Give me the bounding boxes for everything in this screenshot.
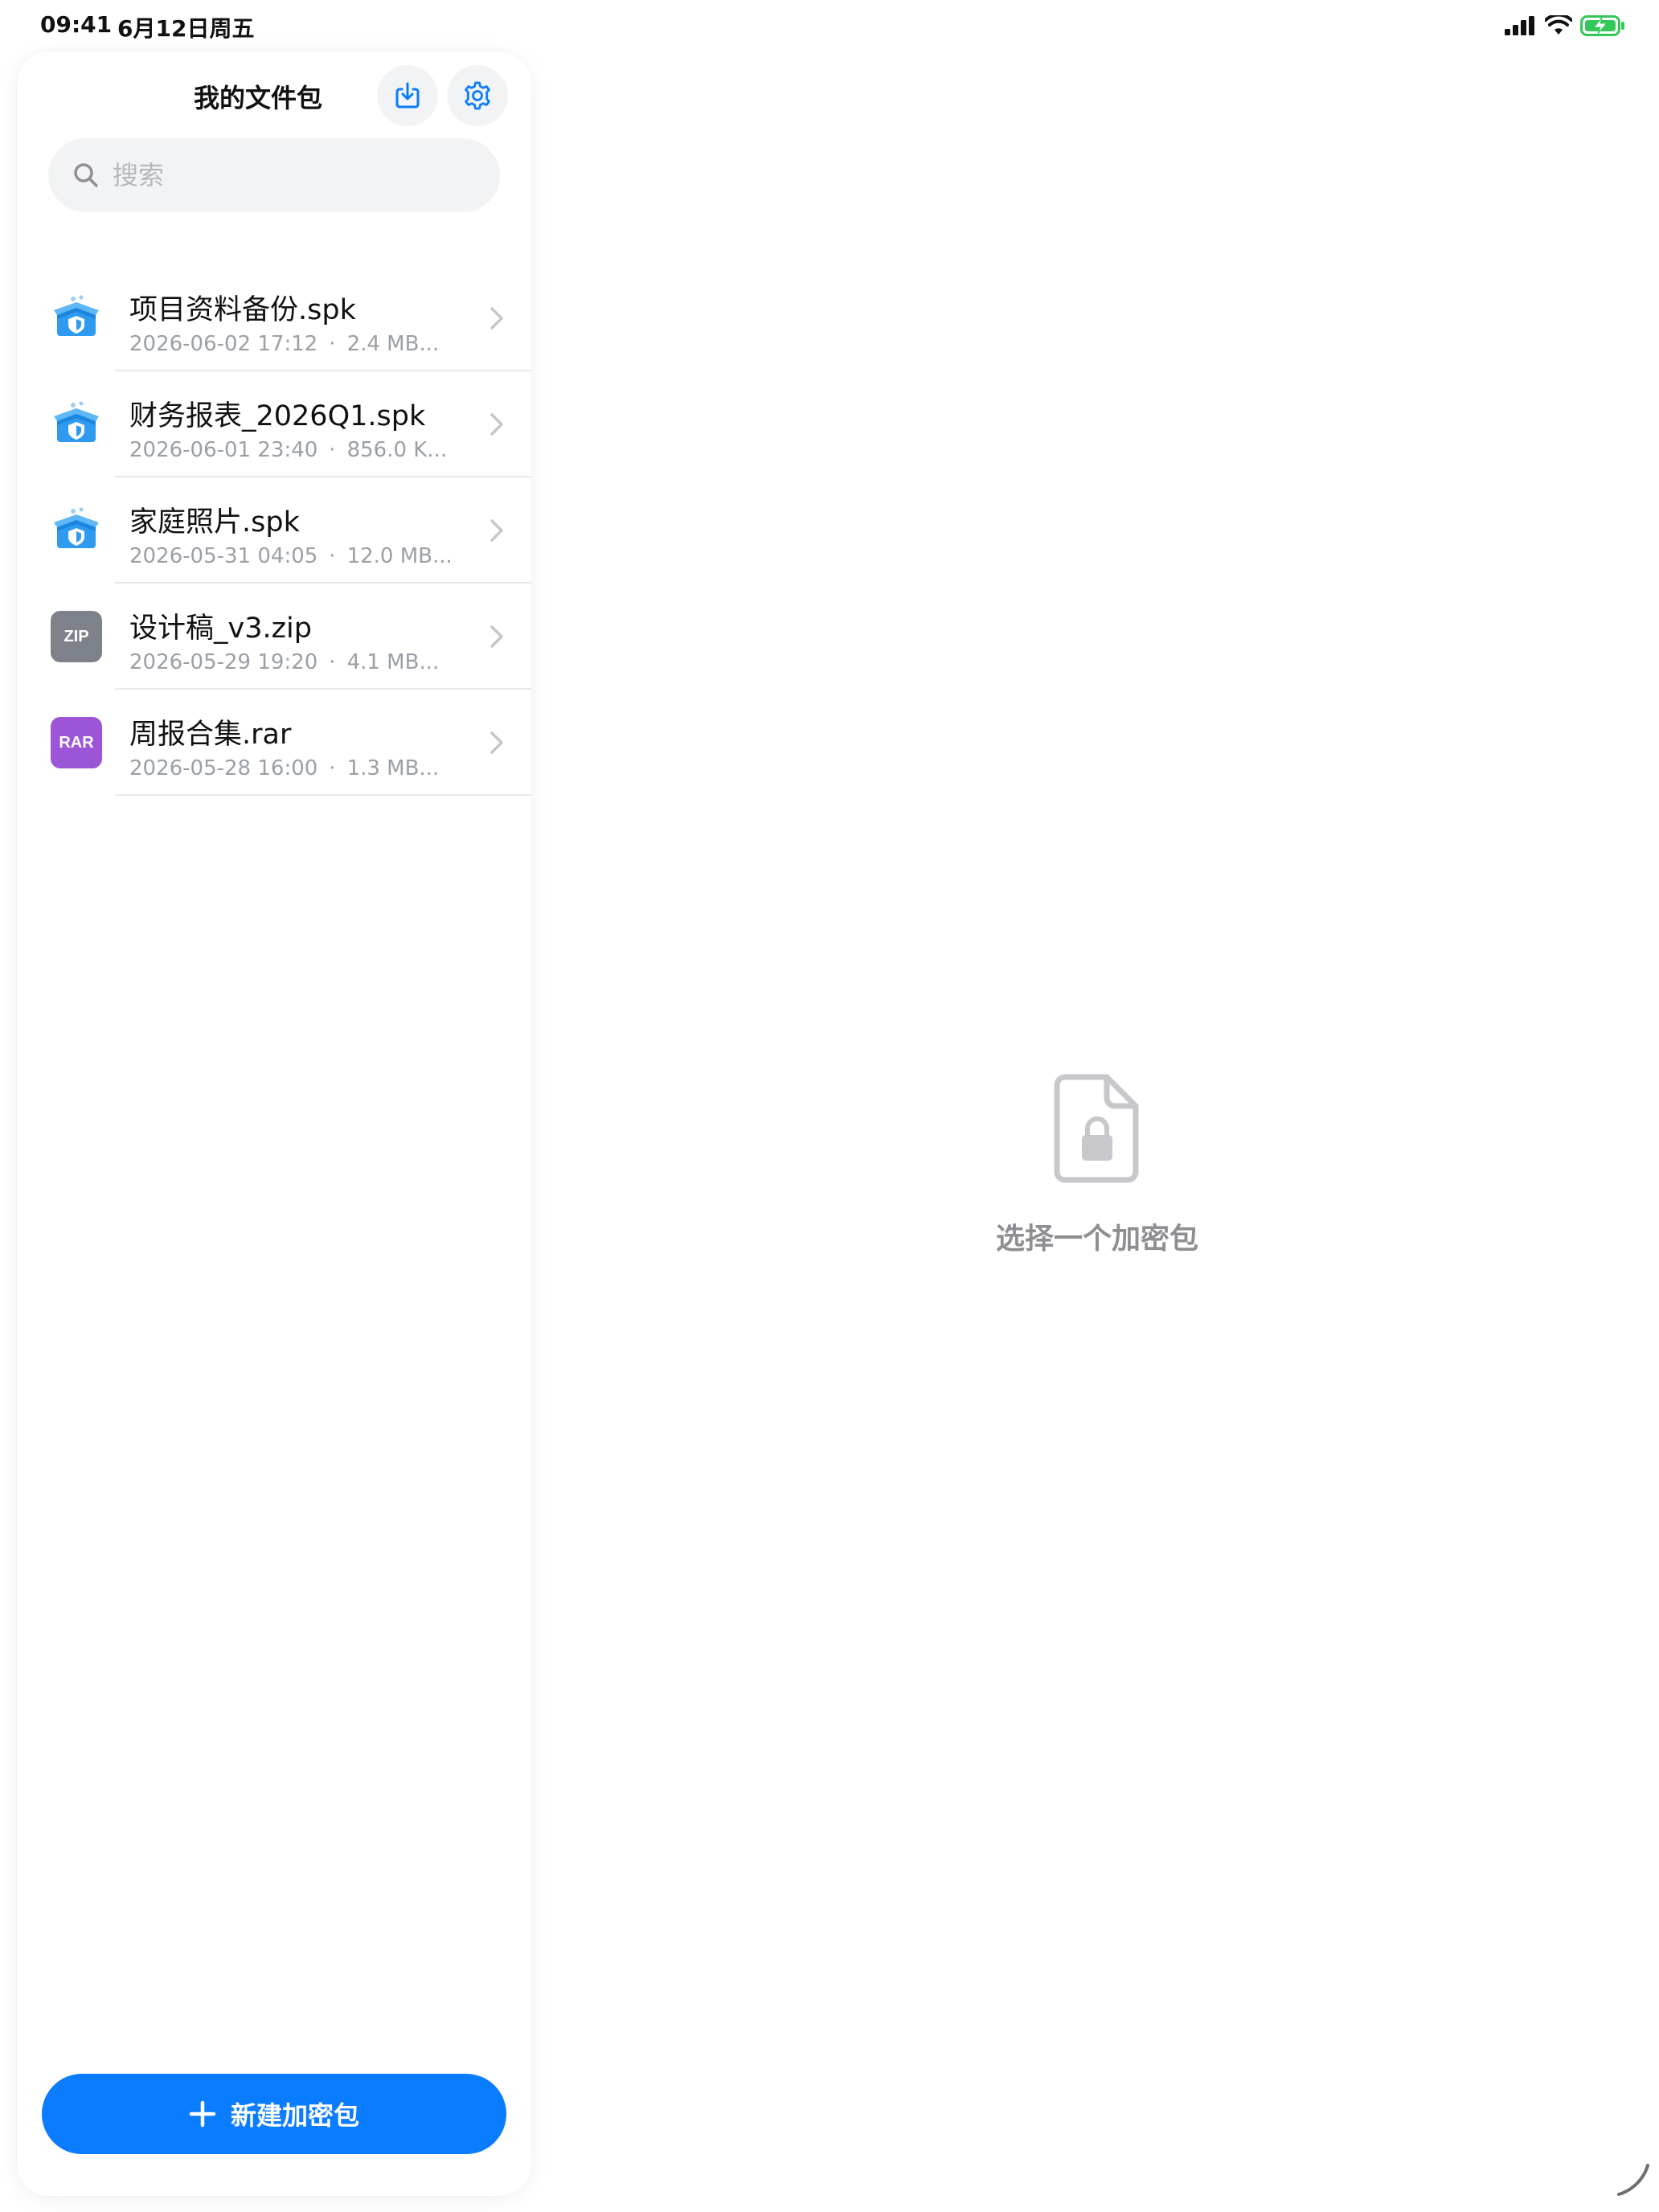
sidebar-panel: 我的文件包 搜索 项目资料备份.spk 2026-06-02 17:12 · 2…	[17, 51, 531, 2196]
new-package-button[interactable]: 新建加密包	[42, 2074, 506, 2154]
rar-badge: RAR	[51, 717, 102, 768]
rar-archive-icon: RAR	[51, 717, 102, 768]
chevron-right-icon	[485, 619, 509, 654]
file-date: 2026-06-01 23:40	[129, 438, 318, 462]
file-name: 项目资料备份.spk	[129, 294, 356, 326]
chevron-right-icon	[485, 513, 509, 548]
file-meta: 2026-06-01 23:40 · 856.0 K...	[129, 438, 448, 462]
file-meta: 2026-05-29 19:20 · 4.1 MB...	[129, 650, 440, 674]
search-bar[interactable]	[48, 138, 500, 212]
empty-state: 选择一个加密包	[989, 1074, 1206, 1257]
plus-icon	[189, 2100, 216, 2128]
locked-document-icon	[1054, 1074, 1139, 1183]
zip-badge: ZIP	[51, 611, 102, 662]
file-row[interactable]: ZIP 设计稿_v3.zip 2026-05-29 19:20 · 4.1 MB..…	[17, 584, 531, 690]
encrypted-package-icon	[51, 293, 102, 344]
status-date: 6月12日周五	[117, 15, 255, 42]
chevron-right-icon	[485, 301, 509, 336]
file-name: 周报合集.rar	[129, 719, 292, 751]
chevron-right-icon	[485, 407, 509, 442]
file-row[interactable]: RAR 周报合集.rar 2026-05-28 16:00 · 1.3 MB...	[17, 690, 531, 796]
file-list: 项目资料备份.spk 2026-06-02 17:12·2.4 MB...	[17, 265, 531, 796]
file-date: 2026-05-28 16:00	[129, 756, 318, 780]
empty-state-text: 选择一个加密包	[995, 1223, 1198, 1256]
file-row[interactable]: 家庭照片.spk 2026-05-31 04:05 · 12.0 MB...	[17, 477, 531, 584]
status-bar: 09:41 6月12日周五	[0, 0, 1659, 51]
encrypted-package-icon	[51, 505, 102, 556]
row-divider	[115, 794, 531, 796]
search-input[interactable]	[113, 160, 482, 190]
file-row[interactable]: 项目资料备份.spk 2026-06-02 17:12 · 2.4 MB...	[17, 265, 531, 371]
new-package-label: 新建加密包	[230, 2100, 359, 2131]
gear-icon	[465, 81, 490, 110]
file-name: 设计稿_v3.zip	[129, 612, 312, 645]
file-date: 2026-06-02 17:12	[129, 332, 318, 356]
file-date: 2026-05-31 04:05	[129, 544, 318, 568]
chevron-right-icon	[485, 725, 509, 760]
cellular-signal-icon	[1505, 16, 1534, 35]
file-meta: 2026-05-28 16:00 · 1.3 MB...	[129, 756, 440, 780]
import-icon	[395, 82, 420, 109]
file-size: 12.0 MB...	[346, 544, 453, 568]
file-size: 2.4 MB...	[346, 332, 440, 356]
settings-button[interactable]	[447, 65, 508, 126]
file-meta: 2026-05-31 04:05 · 12.0 MB...	[129, 544, 453, 568]
file-meta: 2026-06-02 17:12 · 2.4 MB...	[129, 332, 440, 356]
status-icons	[1505, 11, 1625, 40]
status-time: 09:41	[40, 11, 113, 38]
search-icon	[74, 163, 98, 187]
encrypted-package-icon	[51, 399, 102, 450]
file-row[interactable]: 财务报表_2026Q1.spk 2026-06-01 23:40 · 856.0 K…	[17, 371, 531, 477]
file-name: 家庭照片.spk	[129, 506, 300, 539]
file-size: 1.3 MB...	[346, 756, 440, 780]
wifi-icon	[1545, 15, 1572, 35]
zip-archive-icon: ZIP	[51, 611, 102, 662]
file-size: 4.1 MB...	[346, 650, 440, 674]
file-name: 财务报表_2026Q1.spk	[129, 400, 426, 432]
scroll-corner-indicator	[1617, 2164, 1649, 2196]
file-date: 2026-05-29 19:20	[129, 650, 318, 674]
file-size: 856.0 K...	[346, 438, 448, 462]
battery-charging-icon	[1580, 15, 1624, 36]
import-button[interactable]	[377, 65, 438, 126]
